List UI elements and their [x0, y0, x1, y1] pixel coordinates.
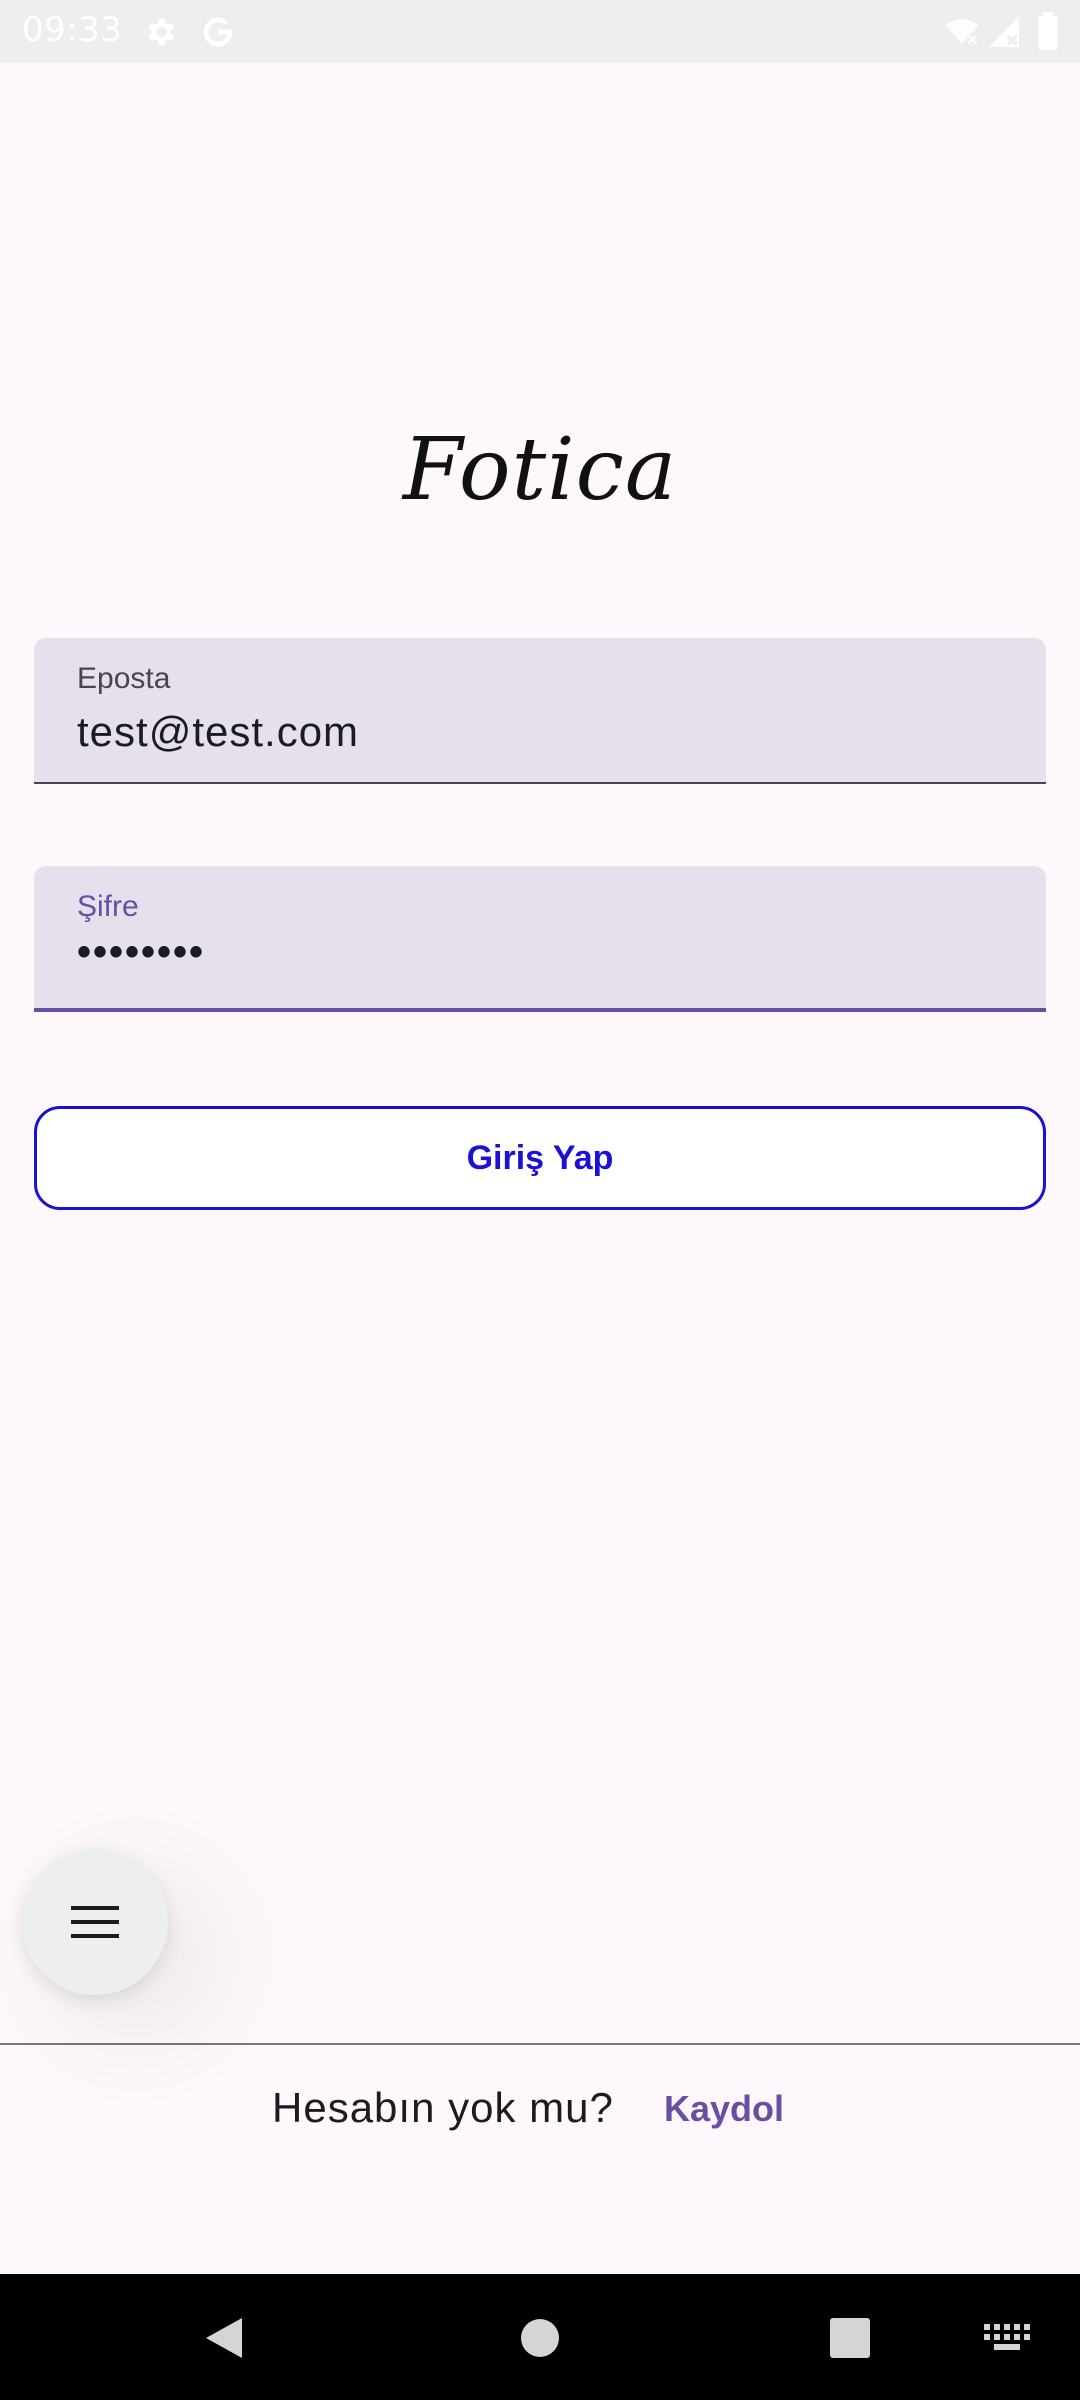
footer-divider	[0, 2043, 1080, 2045]
app-logo: Fotica	[402, 420, 678, 520]
menu-hamburger-icon	[71, 1906, 119, 1938]
password-label: Şifre	[77, 890, 139, 923]
menu-fab-button[interactable]	[22, 1849, 168, 1995]
recents-icon[interactable]	[830, 2318, 870, 2358]
status-bar: 09:33	[0, 0, 1080, 63]
settings-gear-icon	[148, 18, 175, 46]
wifi-off-icon	[945, 19, 979, 46]
email-label: Eposta	[77, 662, 171, 695]
system-navigation-bar	[0, 2274, 1080, 2400]
signup-row: Hesabın yok mu? Kaydol	[0, 2080, 1080, 2140]
no-account-text: Hesabın yok mu?	[272, 2084, 614, 2131]
login-button[interactable]: Giriş Yap	[34, 1106, 1046, 1210]
signup-link[interactable]: Kaydol	[664, 2088, 784, 2130]
google-g-icon	[203, 17, 233, 47]
email-field[interactable]: Eposta test@test.com	[34, 638, 1046, 784]
home-icon[interactable]	[520, 2318, 560, 2358]
status-time: 09:33	[22, 10, 123, 50]
password-field[interactable]: Şifre ••••••••	[34, 866, 1046, 1012]
back-icon[interactable]	[204, 2316, 244, 2360]
email-input-value[interactable]: test@test.com	[77, 708, 359, 756]
signal-off-icon	[989, 17, 1019, 47]
password-input-value[interactable]: ••••••••	[77, 930, 205, 975]
keyboard-icon[interactable]	[984, 2324, 1030, 2352]
battery-icon	[1038, 12, 1058, 50]
